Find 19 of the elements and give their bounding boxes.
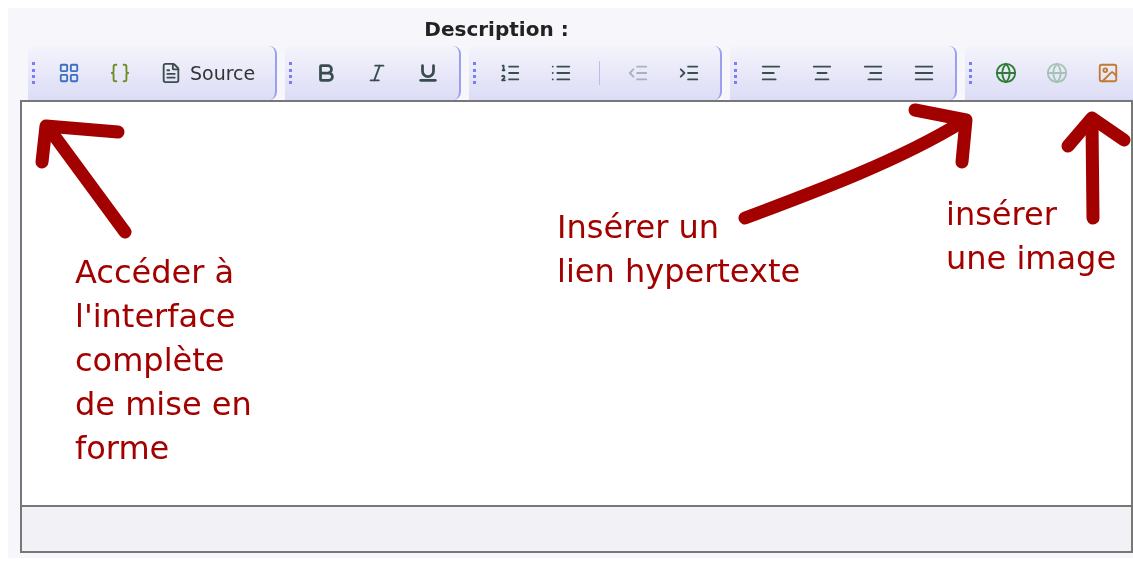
grip-icon[interactable]	[734, 62, 738, 84]
source-button[interactable]: Source	[154, 57, 262, 89]
underline-icon	[417, 62, 440, 84]
document-icon	[160, 62, 182, 84]
grip-icon[interactable]	[32, 62, 35, 84]
globe-unlink-icon	[1046, 62, 1069, 84]
globe-link-icon	[995, 62, 1018, 84]
field-label: Description :	[424, 16, 569, 43]
grip-icon[interactable]	[289, 62, 293, 84]
braces-icon	[109, 62, 131, 84]
annotation-text: Accéder à l'interface complète de mise en forme	[75, 252, 252, 469]
grid-icon	[58, 62, 80, 84]
annotation-text: insérer une image	[946, 194, 1117, 279]
grip-icon[interactable]	[969, 62, 973, 84]
picture-icon	[1097, 62, 1120, 84]
annotation-text: Insérer un lien hypertexte	[557, 207, 801, 292]
numbered-list-icon	[499, 62, 522, 84]
editor-area[interactable]	[20, 100, 1133, 505]
grip-icon[interactable]	[473, 62, 477, 84]
